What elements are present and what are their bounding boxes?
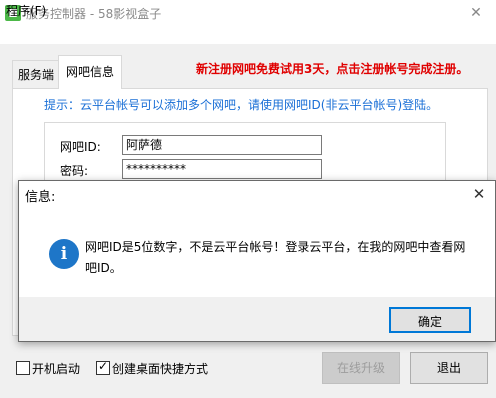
- shortcut-checkbox[interactable]: [96, 359, 110, 375]
- register-promo-link[interactable]: 新注册网吧免费试用3天，点击注册帐号完成注册。: [196, 60, 468, 77]
- shortcut-label[interactable]: 创建桌面快捷方式: [112, 360, 208, 377]
- close-icon[interactable]: ✕: [467, 183, 491, 205]
- info-dialog: 信息: ✕ i 网吧ID是5位数字，不是云平台帐号！登录云平台，在我的网吧中查看…: [18, 180, 496, 342]
- window-close-icon[interactable]: ✕: [461, 2, 491, 24]
- exit-button[interactable]: 退出: [410, 352, 488, 384]
- tab-netbar-info[interactable]: 网吧信息: [58, 55, 122, 89]
- window-title: 服务控制器 - 58影视盒子: [26, 7, 162, 21]
- netbar-id-label: 网吧ID:: [60, 140, 101, 154]
- startup-checkbox[interactable]: [16, 361, 30, 375]
- netbar-id-input[interactable]: 阿萨德: [122, 135, 322, 155]
- upgrade-button[interactable]: 在线升级: [322, 352, 400, 384]
- info-icon: i: [49, 239, 79, 269]
- startup-label[interactable]: 开机启动: [32, 360, 80, 377]
- menu-bar: [0, 26, 496, 44]
- ok-button[interactable]: 确定: [389, 307, 471, 333]
- dialog-message: 网吧ID是5位数字，不是云平台帐号！登录云平台，在我的网吧中查看网吧ID。: [85, 240, 466, 275]
- password-label: 密码:: [60, 164, 89, 178]
- password-input[interactable]: **********: [122, 159, 322, 179]
- tab-server[interactable]: 服务端: [12, 60, 60, 89]
- dialog-title: 信息:: [25, 190, 56, 205]
- hint-text: 提示：云平台帐号可以添加多个网吧，请使用网吧ID(非云平台帐号)登陆。: [44, 98, 439, 112]
- menu-program[interactable]: 程序(F): [6, 2, 46, 19]
